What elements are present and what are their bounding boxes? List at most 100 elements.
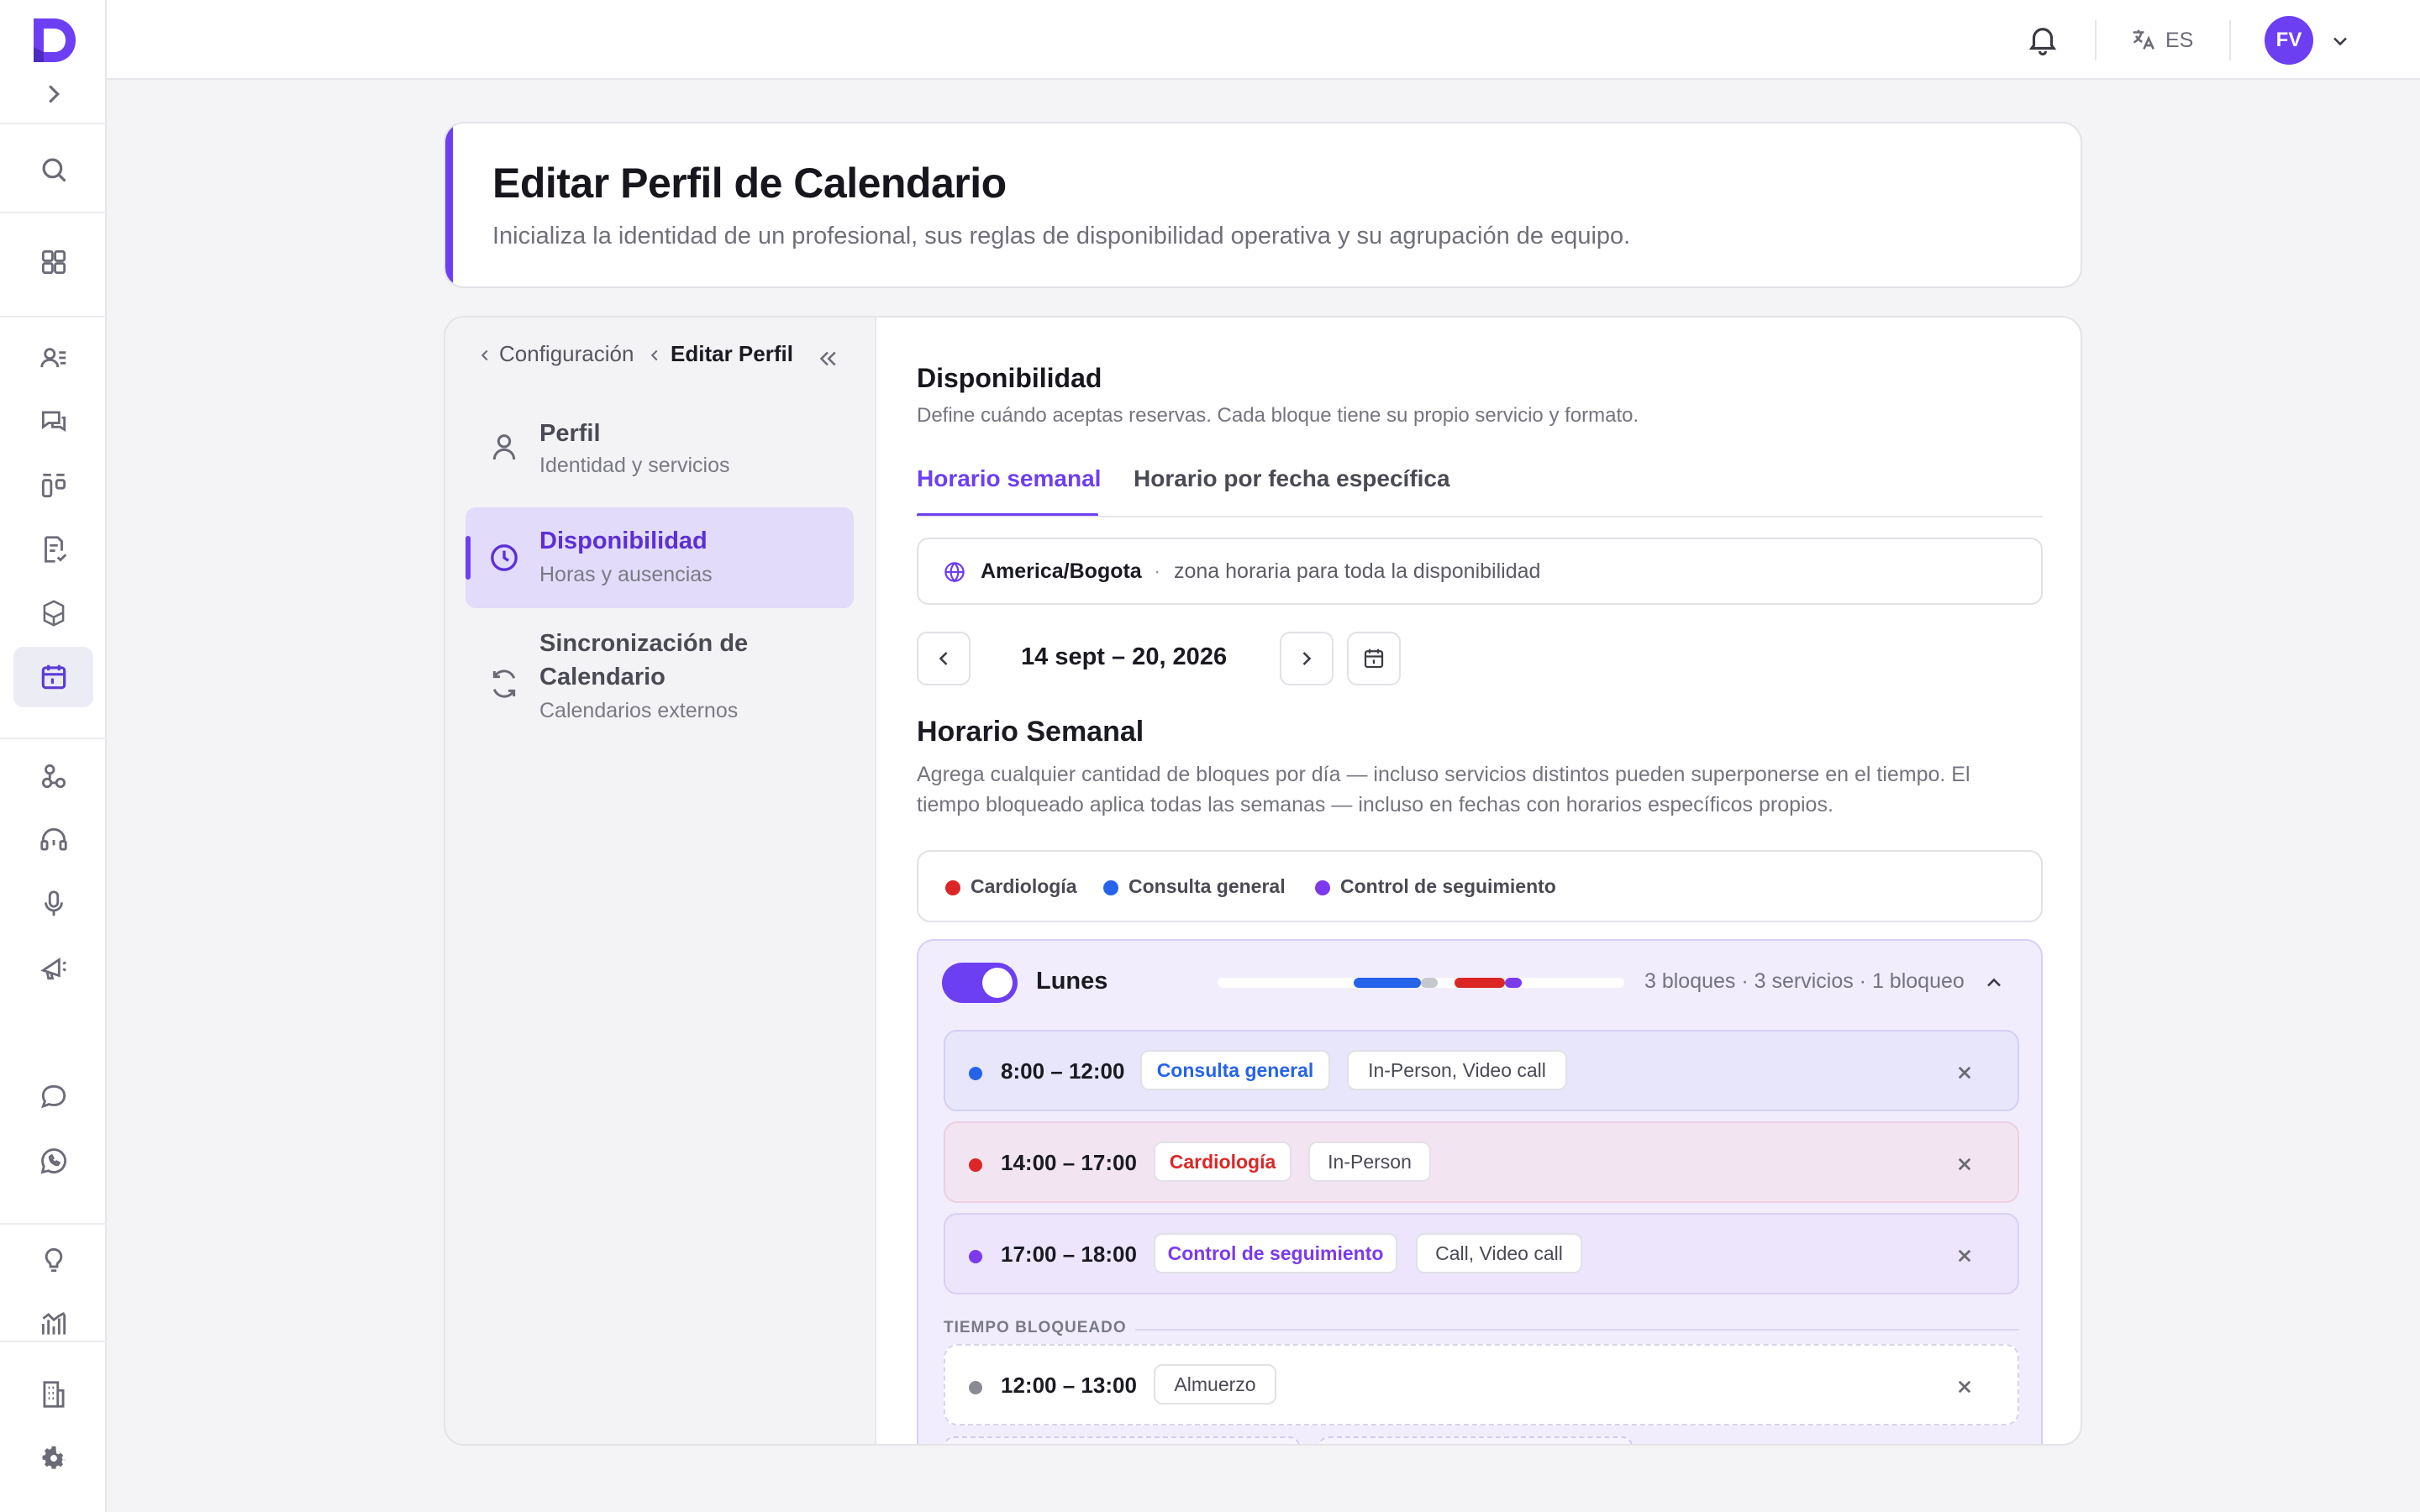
tasks-icon[interactable] [34,529,74,570]
previous-week-button[interactable] [917,632,971,685]
building-icon[interactable] [34,1374,74,1415]
weekly-schedule-desc-line1: Agrega cualquier cantidad de bloques por… [917,763,1970,786]
remove-slot-icon[interactable] [1952,1374,1977,1399]
toggle-knob [982,968,1013,998]
separator-dot: · [1154,559,1161,583]
format-label: Call, Video call [1435,1242,1563,1264]
tab-horario-fecha-especifica[interactable]: Horario por fecha específica [1134,465,1450,492]
notifications-bell-icon[interactable] [2025,22,2060,57]
blocked-divider [1135,1329,2019,1331]
next-week-button[interactable] [1280,632,1334,685]
section-title: Disponibilidad [917,363,1102,393]
calendar-icon[interactable] [34,657,74,697]
timeline-consulta [1354,978,1421,988]
day-summary: 3 bloques · 3 servicios · 1 bloqueo [1644,969,1965,993]
nav-item-perfil[interactable]: Perfil Identidad y servicios [466,402,854,494]
user-icon [487,430,521,464]
user-menu[interactable]: FV [2265,16,2357,65]
slot-service-badge[interactable]: Cardiología [1154,1142,1292,1182]
slot-service-badge[interactable]: Consulta general [1140,1050,1330,1090]
nav-item-disponibilidad[interactable]: Disponibilidad Horas y ausencias [466,507,854,608]
whatsapp-icon[interactable] [34,1141,74,1181]
expand-chevron-icon[interactable] [34,74,74,114]
pipeline-icon[interactable] [34,465,74,506]
slot-format-badge[interactable]: In-Person, Video call [1347,1050,1567,1090]
legend-dot-cardiologia [945,880,960,895]
marketing-megaphone-icon[interactable] [34,948,74,988]
chevron-down-icon [2328,29,2352,53]
service-legend: Cardiología Consulta general Control de … [917,850,2043,922]
nav-item-title: Perfil [539,420,601,447]
timeline-control [1505,978,1522,988]
nav-item-title-line2: Calendario [539,664,666,690]
products-boxes-icon[interactable] [34,593,74,633]
day-timeline [1218,978,1624,988]
legend-dot-control [1315,880,1330,895]
contacts-icon[interactable] [34,338,74,378]
app-logo[interactable] [29,13,79,67]
time-slot[interactable]: 17:00 – 18:00 Control de seguimiento Cal… [944,1213,2019,1294]
sync-icon [487,667,521,701]
slot-format-badge[interactable]: In-Person [1308,1142,1431,1182]
slot-color-dot [969,1381,982,1394]
tab-horario-semanal[interactable]: Horario semanal [917,465,1101,492]
language-code: ES [2165,29,2194,52]
active-indicator [466,536,471,580]
blocked-slot[interactable]: 12:00 – 13:00 Almuerzo [944,1344,2019,1425]
conversations-icon[interactable] [34,402,74,442]
tabs-divider [917,516,2043,517]
add-blocked-time-button[interactable] [1318,1436,1633,1444]
time-slot[interactable]: 14:00 – 17:00 Cardiología In-Person [944,1121,2019,1203]
timeline-blocked [1421,978,1438,988]
remove-slot-icon[interactable] [1952,1243,1977,1268]
timezone-box[interactable]: America/Bogota · zona horaria para toda … [917,538,2043,605]
editor-card: Configuración Editar Perfil Perfil Ident… [444,316,2082,1446]
service-label: Cardiología [1169,1150,1276,1173]
blocked-reason: Almuerzo [1174,1373,1256,1395]
slot-time: 12:00 – 13:00 [1001,1373,1137,1398]
slot-service-badge[interactable]: Control de seguimiento [1154,1233,1397,1273]
back-chevron-icon[interactable] [476,346,494,365]
legend-label: Consulta general [1128,875,1286,897]
breadcrumb-parent[interactable]: Configuración [499,341,634,367]
page-subtitle: Inicializa la identidad de un profesiona… [492,223,1631,249]
collapse-panel-icon[interactable] [815,346,840,371]
chevron-right-icon [1302,652,1312,665]
add-slot-button[interactable] [944,1436,1300,1444]
page-header-card: Editar Perfil de Calendario Inicializa l… [444,122,2082,288]
slot-format-badge[interactable]: Call, Video call [1416,1233,1582,1273]
remove-slot-icon[interactable] [1952,1060,1977,1085]
slot-color-dot [969,1158,982,1172]
time-slot[interactable]: 8:00 – 12:00 Consulta general In-Person,… [944,1030,2019,1111]
nav-item-sincronizacion[interactable]: Sincronización de Calendario Calendarios… [466,623,854,749]
format-label: In-Person [1328,1150,1412,1173]
day-toggle[interactable] [942,963,1018,1003]
top-bar: ES FV [107,0,2420,80]
microphone-icon[interactable] [34,884,74,924]
lightbulb-icon[interactable] [34,1240,74,1280]
page-title: Editar Perfil de Calendario [492,160,1007,207]
slot-time: 8:00 – 12:00 [1001,1058,1125,1084]
calendar-icon [1364,648,1384,669]
automations-icon[interactable] [34,756,74,796]
slot-time: 17:00 – 18:00 [1001,1242,1137,1267]
settings-gear-icon[interactable] [34,1438,74,1478]
header-accent-bar [445,123,453,286]
section-subtitle: Define cuándo aceptas reservas. Cada blo… [917,404,1639,427]
date-picker-button[interactable] [1347,632,1401,685]
reports-chart-icon[interactable] [34,1304,74,1344]
nav-item-subtitle: Calendarios externos [539,699,739,722]
dashboard-grid-icon[interactable] [34,242,74,282]
support-headset-icon[interactable] [34,820,74,860]
collapse-day-icon[interactable] [1982,971,2006,995]
remove-slot-icon[interactable] [1952,1152,1977,1177]
timezone-note: zona horaria para toda la disponibilidad [1174,559,1541,583]
chat-bubble-icon[interactable] [34,1077,74,1117]
legend-label: Control de seguimiento [1340,875,1556,897]
weekly-schedule-title: Horario Semanal [917,716,1144,748]
language-selector[interactable]: ES [2128,22,2204,59]
blocked-reason-badge[interactable]: Almuerzo [1154,1364,1276,1404]
search-icon[interactable] [34,150,74,190]
breadcrumb-current: Editar Perfil [671,341,793,366]
weekly-schedule-desc-line2: tiempo bloqueado aplica todas las semana… [917,793,1833,816]
